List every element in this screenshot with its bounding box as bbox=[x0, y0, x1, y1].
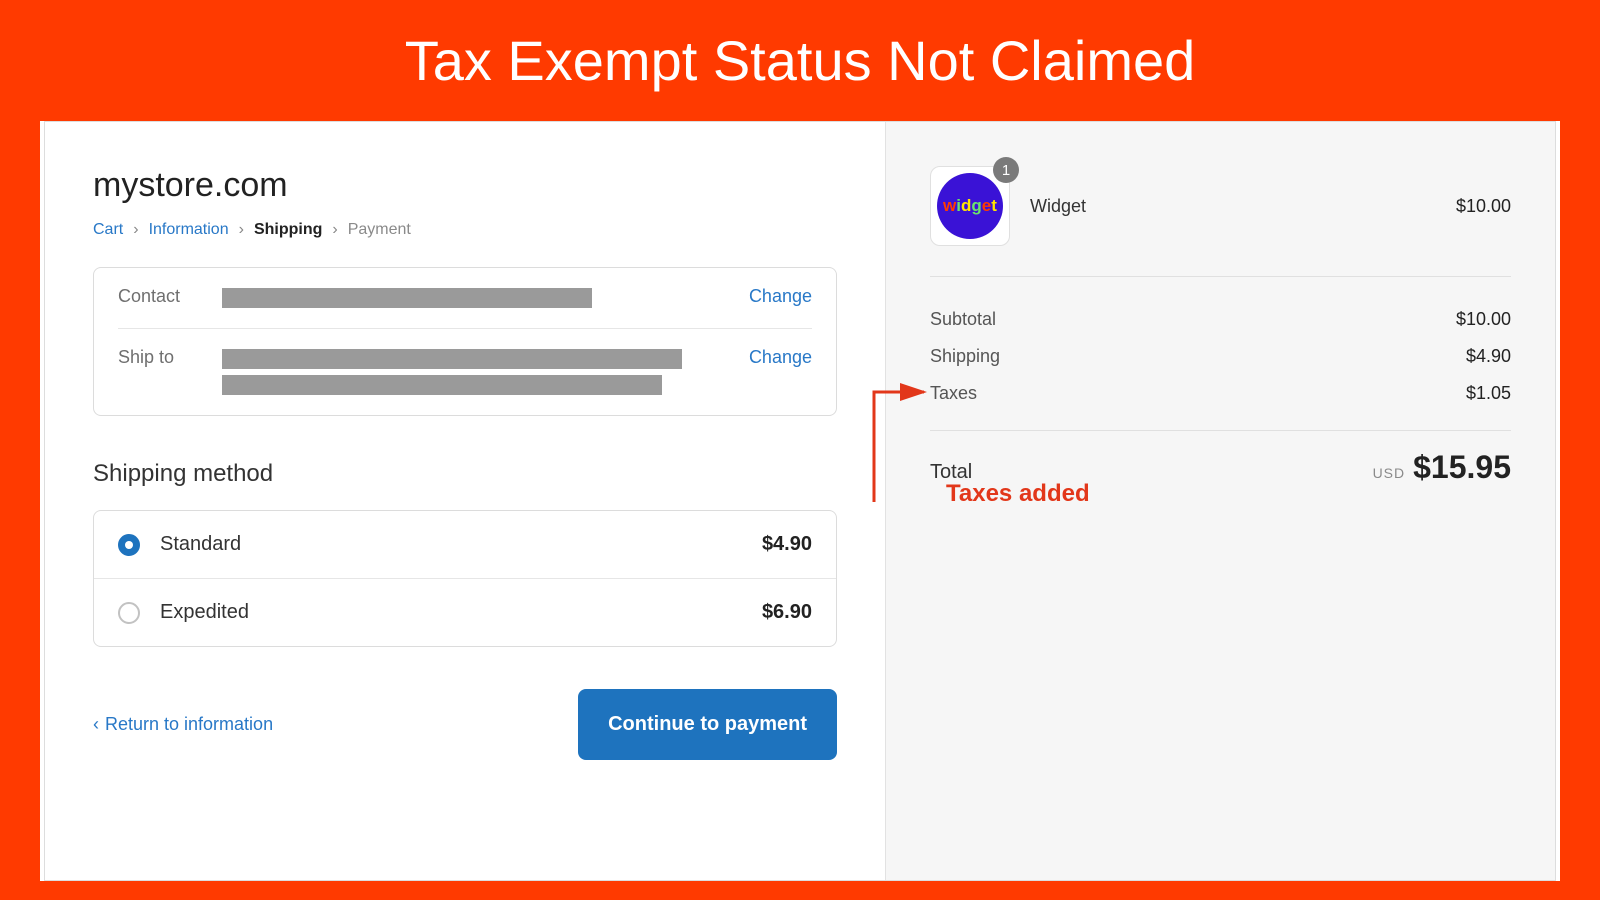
shipping-option-price: $6.90 bbox=[762, 601, 812, 624]
breadcrumb-cart[interactable]: Cart bbox=[93, 221, 123, 239]
total-label: Total bbox=[930, 461, 972, 484]
radio-icon[interactable] bbox=[118, 602, 140, 624]
widget-icon: widget bbox=[937, 173, 1003, 239]
quantity-badge: 1 bbox=[993, 157, 1019, 183]
cart-item-name: Widget bbox=[1030, 196, 1456, 217]
breadcrumb-payment: Payment bbox=[348, 221, 411, 239]
subtotal-value: $10.00 bbox=[1456, 309, 1511, 330]
contact-label: Contact bbox=[118, 286, 222, 307]
order-summary-panel: widget 1 Widget $10.00 Subtotal $10.00 S… bbox=[885, 122, 1555, 880]
contact-row: Contact Change bbox=[118, 268, 812, 328]
breadcrumb-shipping: Shipping bbox=[254, 221, 322, 239]
cart-item: widget 1 Widget $10.00 bbox=[930, 166, 1511, 277]
return-to-information-link[interactable]: ‹ Return to information bbox=[93, 714, 273, 735]
summary-total: Total USD $15.95 bbox=[930, 449, 1511, 486]
total-value: $15.95 bbox=[1413, 449, 1511, 485]
shipping-option-label: Standard bbox=[160, 533, 762, 556]
redacted-text bbox=[222, 349, 682, 369]
chevron-right-icon: › bbox=[133, 221, 138, 239]
breadcrumb-information[interactable]: Information bbox=[149, 221, 229, 239]
product-thumbnail: widget 1 bbox=[930, 166, 1010, 246]
contact-ship-card: Contact Change Ship to Change bbox=[93, 267, 837, 416]
store-name: mystore.com bbox=[93, 166, 837, 205]
shipping-value: $4.90 bbox=[1466, 346, 1511, 367]
return-link-label: Return to information bbox=[105, 714, 273, 735]
shipto-value bbox=[222, 347, 749, 397]
radio-icon[interactable] bbox=[118, 534, 140, 556]
actions-row: ‹ Return to information Continue to paym… bbox=[93, 689, 837, 760]
shipping-option-label: Expedited bbox=[160, 601, 762, 624]
shipto-label: Ship to bbox=[118, 347, 222, 368]
divider bbox=[930, 430, 1511, 431]
shipping-label: Shipping bbox=[930, 346, 1000, 367]
redacted-text bbox=[222, 375, 662, 395]
redacted-text bbox=[222, 288, 592, 308]
chevron-left-icon: ‹ bbox=[93, 714, 99, 735]
continue-to-payment-button[interactable]: Continue to payment bbox=[578, 689, 837, 760]
contact-value bbox=[222, 286, 749, 310]
taxes-value: $1.05 bbox=[1466, 383, 1511, 404]
cart-item-price: $10.00 bbox=[1456, 196, 1511, 217]
checkout-window: mystore.com Cart › Information › Shippin… bbox=[40, 121, 1560, 881]
shipping-option-standard[interactable]: Standard $4.90 bbox=[94, 511, 836, 578]
summary-subtotal: Subtotal $10.00 bbox=[930, 301, 1511, 338]
shipping-option-price: $4.90 bbox=[762, 533, 812, 556]
chevron-right-icon: › bbox=[332, 221, 337, 239]
summary-taxes: Taxes $1.05 bbox=[930, 375, 1511, 412]
total-currency: USD bbox=[1373, 465, 1406, 481]
slide-title: Tax Exempt Status Not Claimed bbox=[0, 0, 1600, 117]
shipping-option-expedited[interactable]: Expedited $6.90 bbox=[94, 578, 836, 646]
change-contact-link[interactable]: Change bbox=[749, 286, 812, 307]
change-shipto-link[interactable]: Change bbox=[749, 347, 812, 368]
checkout-left-panel: mystore.com Cart › Information › Shippin… bbox=[45, 122, 885, 880]
breadcrumb: Cart › Information › Shipping › Payment bbox=[93, 221, 837, 239]
shipto-row: Ship to Change bbox=[118, 328, 812, 415]
subtotal-label: Subtotal bbox=[930, 309, 996, 330]
shipping-method-card: Standard $4.90 Expedited $6.90 bbox=[93, 510, 837, 647]
chevron-right-icon: › bbox=[239, 221, 244, 239]
shipping-method-heading: Shipping method bbox=[93, 460, 837, 488]
taxes-label: Taxes bbox=[930, 383, 977, 404]
summary-shipping: Shipping $4.90 bbox=[930, 338, 1511, 375]
